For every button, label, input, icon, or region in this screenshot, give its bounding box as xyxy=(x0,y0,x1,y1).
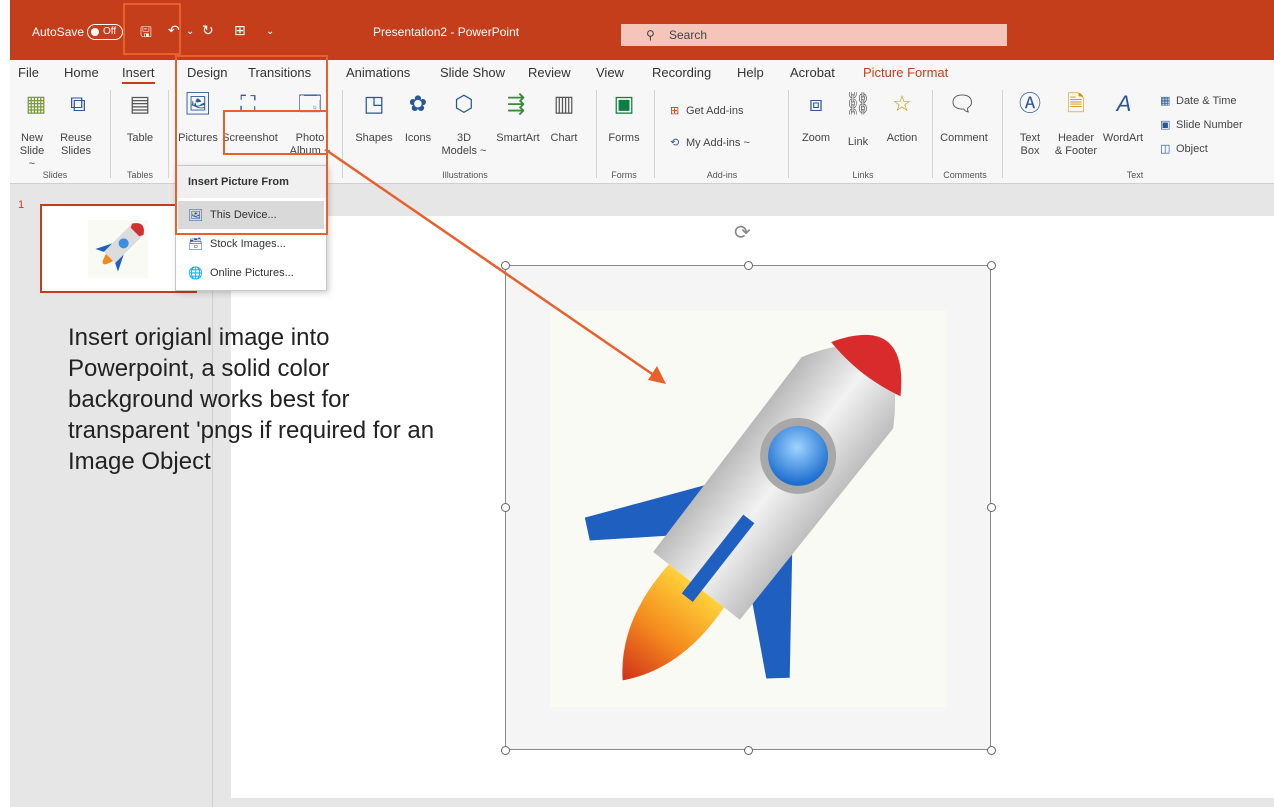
arrow-head-icon xyxy=(648,366,666,384)
annotation-arrow xyxy=(325,148,666,384)
powerpoint-window: AutoSave Off 🖫 ↶ ⌄ ↻ ⊞ ⌄ Presentation2 -… xyxy=(10,0,1274,807)
arrow-line xyxy=(325,148,659,380)
